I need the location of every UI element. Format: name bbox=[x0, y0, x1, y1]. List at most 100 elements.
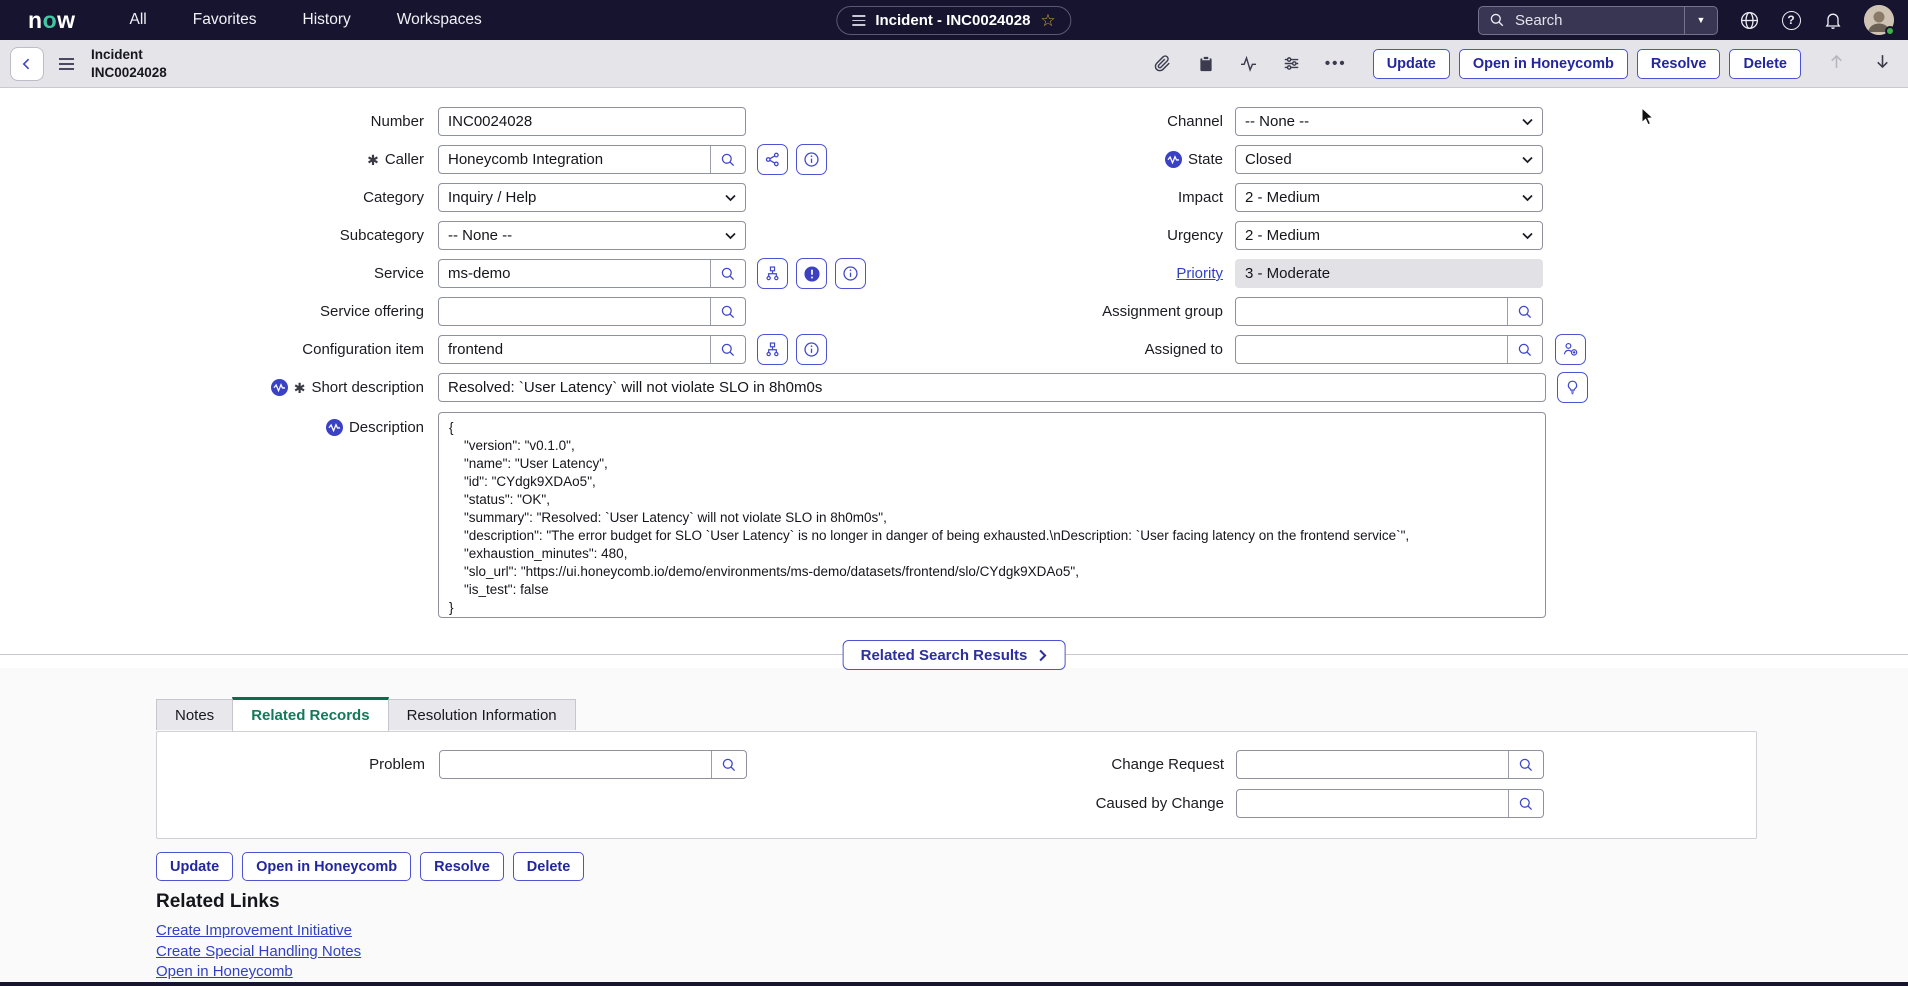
category-value: Inquiry / Help bbox=[448, 189, 536, 206]
required-asterisk: ✱ bbox=[294, 381, 306, 395]
current-record-pill[interactable]: Incident - INC0024028 ☆ bbox=[836, 6, 1071, 35]
caused-by-change-input[interactable] bbox=[1237, 790, 1508, 817]
integration-wave-icon bbox=[271, 379, 288, 396]
delete-button[interactable]: Delete bbox=[1729, 49, 1801, 79]
service-offering-input[interactable] bbox=[439, 298, 710, 325]
help-icon[interactable]: ? bbox=[1780, 9, 1802, 31]
form-header-actions: ••• Update Open in Honeycomb Resolve Del… bbox=[1153, 49, 1892, 79]
caller-input[interactable] bbox=[439, 146, 710, 173]
impact-select[interactable]: 2 - Medium bbox=[1235, 183, 1543, 212]
integration-wave-icon bbox=[1165, 151, 1182, 168]
number-field bbox=[438, 107, 746, 136]
resolve-button[interactable]: Resolve bbox=[1637, 49, 1721, 79]
menu-history[interactable]: History bbox=[303, 11, 351, 29]
problem-field bbox=[439, 750, 747, 779]
service-lookup-button[interactable] bbox=[710, 260, 745, 287]
assignment-group-lookup-button[interactable] bbox=[1507, 298, 1542, 325]
menu-favorites[interactable]: Favorites bbox=[193, 11, 257, 29]
configuration-item-label: Configuration item bbox=[0, 335, 424, 364]
urgency-label: Urgency bbox=[799, 221, 1223, 250]
caused-by-change-label: Caused by Change bbox=[800, 789, 1224, 818]
suggestion-lightbulb-button[interactable] bbox=[1557, 372, 1588, 403]
attachment-paperclip-icon[interactable] bbox=[1153, 54, 1173, 74]
subcategory-select[interactable]: -- None -- bbox=[438, 221, 746, 250]
link-open-in-honeycomb[interactable]: Open in Honeycomb bbox=[156, 963, 361, 980]
priority-value: 3 - Moderate bbox=[1245, 265, 1330, 282]
search-scope-dropdown[interactable]: ▼ bbox=[1684, 7, 1717, 34]
activity-pulse-icon[interactable] bbox=[1239, 54, 1259, 74]
caller-org-chart-button[interactable] bbox=[757, 144, 788, 175]
urgency-select[interactable]: 2 - Medium bbox=[1235, 221, 1543, 250]
configuration-item-input[interactable] bbox=[439, 336, 710, 363]
personalize-sliders-icon[interactable] bbox=[1282, 54, 1302, 74]
service-input[interactable] bbox=[439, 260, 710, 287]
next-record-arrow-icon[interactable] bbox=[1873, 52, 1892, 76]
assigned-to-lookup-button[interactable] bbox=[1507, 336, 1542, 363]
change-request-input[interactable] bbox=[1237, 751, 1508, 778]
form-row: ✱ Short description bbox=[0, 369, 1908, 407]
footer-delete-button[interactable]: Delete bbox=[513, 852, 585, 881]
caller-lookup-button[interactable] bbox=[710, 146, 745, 173]
tab-notes[interactable]: Notes bbox=[156, 699, 233, 730]
description-label: Description bbox=[349, 419, 424, 436]
footer-update-button[interactable]: Update bbox=[156, 852, 233, 881]
service-field bbox=[438, 259, 746, 288]
form-row: Service Priority 3 - Moderate bbox=[0, 255, 1908, 293]
short-description-input[interactable] bbox=[439, 374, 1545, 401]
open-in-honeycomb-button[interactable]: Open in Honeycomb bbox=[1459, 49, 1628, 79]
person-add-icon bbox=[1562, 341, 1579, 358]
related-search-results-button[interactable]: Related Search Results bbox=[843, 640, 1066, 670]
state-value: Closed bbox=[1245, 151, 1292, 168]
previous-record-arrow-icon[interactable] bbox=[1827, 52, 1846, 76]
impact-value: 2 - Medium bbox=[1245, 189, 1320, 206]
menu-workspaces[interactable]: Workspaces bbox=[397, 11, 482, 29]
form-context-menu-icon[interactable] bbox=[59, 58, 74, 70]
form-title-number: INC0024028 bbox=[91, 64, 167, 82]
update-button[interactable]: Update bbox=[1373, 49, 1450, 79]
link-create-improvement-initiative[interactable]: Create Improvement Initiative bbox=[156, 922, 361, 939]
short-description-label: Short description bbox=[311, 379, 424, 396]
tab-related-records[interactable]: Related Records bbox=[232, 697, 388, 731]
priority-readonly-field: 3 - Moderate bbox=[1235, 259, 1543, 288]
channel-select[interactable]: -- None -- bbox=[1235, 107, 1543, 136]
caused-by-change-lookup-button[interactable] bbox=[1508, 790, 1543, 817]
hierarchy-icon bbox=[764, 265, 781, 282]
link-create-special-handling-notes[interactable]: Create Special Handling Notes bbox=[156, 943, 361, 960]
notifications-bell-icon[interactable] bbox=[1822, 9, 1844, 31]
user-avatar[interactable] bbox=[1864, 5, 1894, 35]
related-search-results-label: Related Search Results bbox=[861, 647, 1028, 664]
state-select[interactable]: Closed bbox=[1235, 145, 1543, 174]
assigned-to-input[interactable] bbox=[1236, 336, 1507, 363]
search-field-area[interactable] bbox=[1479, 11, 1684, 30]
footer-resolve-button[interactable]: Resolve bbox=[420, 852, 504, 881]
favorite-star-icon[interactable]: ☆ bbox=[1040, 12, 1055, 29]
tab-resolution-information[interactable]: Resolution Information bbox=[388, 699, 576, 730]
assign-to-me-button[interactable] bbox=[1555, 334, 1586, 365]
problem-lookup-button[interactable] bbox=[711, 751, 746, 778]
search-icon bbox=[1489, 12, 1505, 28]
search-input[interactable] bbox=[1513, 11, 1643, 30]
description-textarea[interactable]: { "version": "v0.1.0", "name": "User Lat… bbox=[438, 412, 1546, 618]
configuration-item-field bbox=[438, 335, 746, 364]
service-hierarchy-button[interactable] bbox=[757, 258, 788, 289]
change-request-lookup-button[interactable] bbox=[1508, 751, 1543, 778]
problem-input[interactable] bbox=[440, 751, 711, 778]
more-options-icon[interactable]: ••• bbox=[1325, 55, 1347, 72]
menu-all[interactable]: All bbox=[130, 11, 147, 29]
clipboard-copy-icon[interactable] bbox=[1196, 54, 1216, 74]
problem-label: Problem bbox=[157, 750, 425, 779]
footer-open-in-honeycomb-button[interactable]: Open in Honeycomb bbox=[242, 852, 411, 881]
urgency-value: 2 - Medium bbox=[1245, 227, 1320, 244]
caused-by-change-field bbox=[1236, 789, 1544, 818]
category-select[interactable]: Inquiry / Help bbox=[438, 183, 746, 212]
assignment-group-input[interactable] bbox=[1236, 298, 1507, 325]
back-button[interactable] bbox=[10, 47, 44, 81]
now-logo[interactable]: now bbox=[28, 7, 76, 34]
globe-icon[interactable] bbox=[1738, 9, 1760, 31]
top-navigation-bar: now All Favorites History Workspaces Inc… bbox=[0, 0, 1908, 40]
ci-hierarchy-button[interactable] bbox=[757, 334, 788, 365]
priority-label-link[interactable]: Priority bbox=[1176, 265, 1223, 282]
configuration-item-lookup-button[interactable] bbox=[710, 336, 745, 363]
number-input[interactable] bbox=[439, 108, 745, 135]
service-offering-lookup-button[interactable] bbox=[710, 298, 745, 325]
